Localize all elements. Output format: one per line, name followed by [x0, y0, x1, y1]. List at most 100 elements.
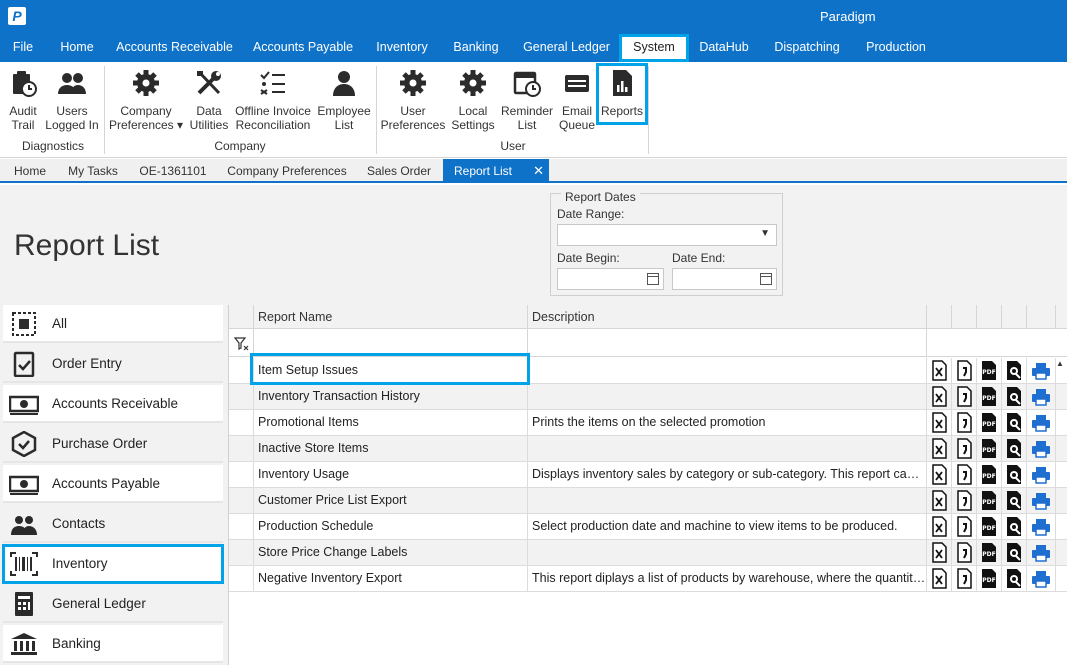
date-end-field[interactable] — [672, 268, 777, 290]
word-icon[interactable] — [954, 542, 974, 563]
word-icon[interactable] — [954, 360, 974, 381]
category-purchase-order[interactable]: Purchase Order — [3, 425, 223, 463]
report-name-cell[interactable]: Store Price Change Labels — [254, 540, 528, 566]
filter-description[interactable] — [528, 329, 927, 357]
description-cell[interactable] — [528, 436, 927, 462]
pdf-icon[interactable]: PDF — [979, 386, 999, 407]
tab-report-list[interactable]: Report List ✕ — [443, 159, 549, 183]
word-icon[interactable] — [954, 386, 974, 407]
pdf-icon[interactable]: PDF — [979, 568, 999, 589]
tab-home[interactable]: Home — [4, 159, 56, 183]
preview-icon[interactable] — [1004, 516, 1024, 537]
preview-icon[interactable] — [1004, 386, 1024, 407]
excel-icon[interactable] — [929, 412, 949, 433]
table-row[interactable]: Inventory Usage Displays inventory sales … — [229, 462, 1067, 488]
calendar-icon[interactable] — [760, 273, 772, 285]
menu-accounts-receivable[interactable]: Accounts Receivable — [112, 34, 237, 62]
excel-icon[interactable] — [929, 386, 949, 407]
table-row[interactable]: Negative Inventory Export This report dip… — [229, 566, 1067, 592]
report-name-cell[interactable]: Inactive Store Items — [254, 436, 528, 462]
report-name-cell[interactable]: Production Schedule — [254, 514, 528, 540]
report-name-cell[interactable]: Negative Inventory Export — [254, 566, 528, 592]
data-utilities-button[interactable]: Data Utilities — [186, 64, 232, 132]
local-settings-button[interactable]: Local Settings — [448, 64, 498, 132]
description-cell[interactable]: This report diplays a list of products b… — [528, 566, 927, 592]
print-icon[interactable] — [1031, 386, 1051, 407]
report-name-cell[interactable]: Inventory Usage — [254, 462, 528, 488]
employee-list-button[interactable]: Employee List — [316, 64, 372, 132]
category-accounts-payable[interactable]: Accounts Payable — [3, 465, 223, 503]
header-description[interactable]: Description — [528, 305, 927, 329]
category-order-entry[interactable]: Order Entry — [3, 345, 223, 383]
category-all[interactable]: All — [3, 305, 223, 343]
category-banking[interactable]: Banking — [3, 625, 223, 663]
description-cell[interactable] — [528, 540, 927, 566]
user-preferences-button[interactable]: User Preferences — [380, 64, 446, 132]
print-icon[interactable] — [1031, 412, 1051, 433]
word-icon[interactable] — [954, 516, 974, 537]
offline-invoice-reconciliation-button[interactable]: Offline Invoice Reconciliation — [233, 64, 313, 132]
print-icon[interactable] — [1031, 516, 1051, 537]
menu-banking[interactable]: Banking — [446, 34, 506, 62]
excel-icon[interactable] — [929, 516, 949, 537]
print-icon[interactable] — [1031, 360, 1051, 381]
menu-system[interactable]: System — [619, 34, 689, 62]
preview-icon[interactable] — [1004, 568, 1024, 589]
tab-sales-order[interactable]: Sales Order — [358, 159, 440, 183]
preview-icon[interactable] — [1004, 412, 1024, 433]
calendar-icon[interactable] — [647, 273, 659, 285]
excel-icon[interactable] — [929, 542, 949, 563]
category-inventory[interactable]: Inventory — [2, 544, 224, 584]
date-range-select[interactable]: ▼ — [557, 224, 777, 246]
word-icon[interactable] — [954, 490, 974, 511]
close-icon[interactable]: ✕ — [533, 159, 544, 183]
table-row[interactable]: Production Schedule Select production dat… — [229, 514, 1067, 540]
email-queue-button[interactable]: Email Queue — [556, 64, 598, 132]
reminder-list-button[interactable]: Reminder List — [500, 64, 554, 132]
excel-icon[interactable] — [929, 438, 949, 459]
report-name-cell[interactable]: Customer Price List Export — [254, 488, 528, 514]
table-row[interactable]: Store Price Change Labels PDF — [229, 540, 1067, 566]
table-row[interactable]: Customer Price List Export PDF — [229, 488, 1067, 514]
preview-icon[interactable] — [1004, 464, 1024, 485]
description-cell[interactable] — [528, 384, 927, 410]
table-row[interactable]: Inactive Store Items PDF — [229, 436, 1067, 462]
audit-trail-button[interactable]: Audit Trail — [4, 64, 42, 132]
description-cell[interactable]: Prints the items on the selected promoti… — [528, 410, 927, 436]
print-icon[interactable] — [1031, 542, 1051, 563]
word-icon[interactable] — [954, 568, 974, 589]
pdf-icon[interactable]: PDF — [979, 542, 999, 563]
pdf-icon[interactable]: PDF — [979, 438, 999, 459]
menu-home[interactable]: Home — [52, 34, 102, 62]
pdf-icon[interactable]: PDF — [979, 360, 999, 381]
report-name-cell[interactable]: Inventory Transaction History — [254, 384, 528, 410]
header-report-name[interactable]: Report Name — [254, 305, 528, 329]
tab-my-tasks[interactable]: My Tasks — [60, 159, 126, 183]
description-cell[interactable] — [528, 488, 927, 514]
category-contacts[interactable]: Contacts — [3, 505, 223, 543]
print-icon[interactable] — [1031, 490, 1051, 511]
print-icon[interactable] — [1031, 438, 1051, 459]
pdf-icon[interactable]: PDF — [979, 464, 999, 485]
date-begin-field[interactable] — [557, 268, 664, 290]
category-general-ledger[interactable]: General Ledger — [3, 585, 223, 623]
users-logged-in-button[interactable]: Users Logged In — [44, 64, 100, 132]
pdf-icon[interactable]: PDF — [979, 490, 999, 511]
menu-dispatching[interactable]: Dispatching — [768, 34, 846, 62]
preview-icon[interactable] — [1004, 490, 1024, 511]
word-icon[interactable] — [954, 412, 974, 433]
word-icon[interactable] — [954, 438, 974, 459]
scroll-up-icon[interactable]: ▲ — [1056, 359, 1064, 368]
print-icon[interactable] — [1031, 464, 1051, 485]
category-accounts-receivable[interactable]: Accounts Receivable — [3, 385, 223, 423]
menu-datahub[interactable]: DataHub — [693, 34, 755, 62]
excel-icon[interactable] — [929, 490, 949, 511]
excel-icon[interactable] — [929, 360, 949, 381]
excel-icon[interactable] — [929, 568, 949, 589]
preview-icon[interactable] — [1004, 542, 1024, 563]
company-preferences-button[interactable]: Company Preferences ▾ — [108, 64, 184, 132]
description-cell[interactable]: Displays inventory sales by category or … — [528, 462, 927, 488]
table-row[interactable]: Inventory Transaction History PDF — [229, 384, 1067, 410]
preview-icon[interactable] — [1004, 360, 1024, 381]
report-name-cell[interactable]: Promotional Items — [254, 410, 528, 436]
